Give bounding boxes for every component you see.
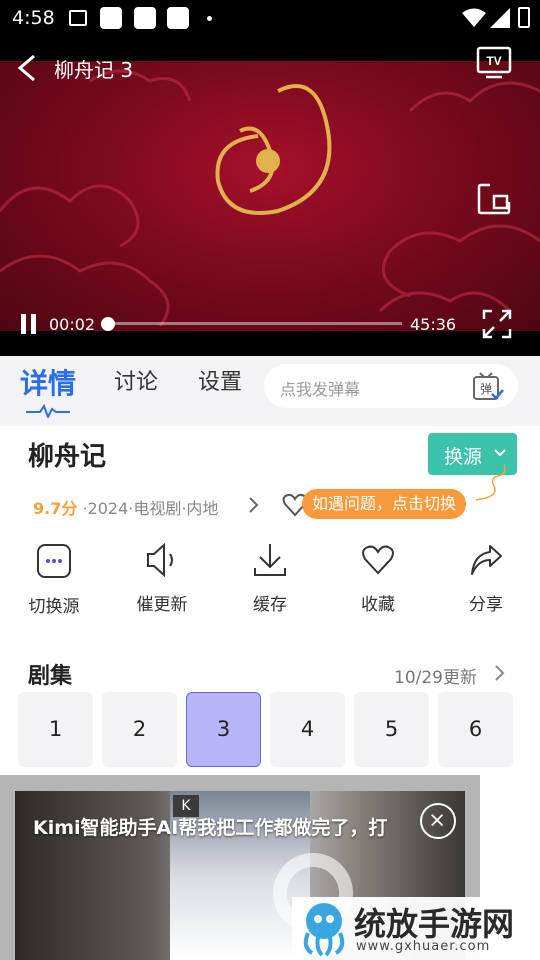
episode-button[interactable]: 4 [270,692,345,767]
current-time: 00:02 [49,315,96,334]
active-tab-indicator [26,404,70,418]
tip-pointer-squiggle [475,463,506,501]
notification-icon [134,7,156,29]
show-meta: 9.7分 ·2024·电视剧·内地 [33,495,218,519]
ad-text: Kimi智能助手AI帮我把工作都做完了，打 [33,817,388,839]
download-icon [254,544,286,576]
danmaku-icon-label: 弹 [480,382,492,396]
tab-settings[interactable]: 设置 [198,364,242,396]
tab-discussion[interactable]: 讨论 [114,364,158,396]
episode-button[interactable]: 1 [18,692,93,767]
image-icon [69,10,87,26]
episodes-heading: 剧集 [28,664,73,689]
notification-icon [100,7,122,29]
battery-icon [518,7,530,28]
notification-icon [167,7,189,29]
episode-button[interactable]: 6 [438,692,513,767]
tab-details[interactable]: 详情 [20,362,76,402]
danmaku-toggle-icon[interactable]: 弹 [472,372,504,402]
cloud-pattern [0,69,540,327]
signal-icon [490,8,510,28]
watermark: 统放手游网 www.gxhuaer.com [292,897,540,960]
chevron-down-icon [494,449,506,457]
show-title: 柳舟记 [28,442,107,472]
urge-update-action[interactable]: 催更新 [112,540,212,615]
action-label: 收藏 [361,595,395,615]
episode-button[interactable]: 5 [354,692,429,767]
download-action[interactable]: 缓存 [220,540,320,615]
cast-label: TV [486,54,501,68]
score: 9.7分 [33,499,78,518]
video-title: 柳舟记 3 [54,58,134,82]
video-player[interactable]: 柳舟记 3 TV 00:02 45:36 [0,36,540,356]
share-action[interactable]: 分享 [436,540,536,615]
switch-source-tip[interactable]: 如遇问题，点击切换 [302,489,467,519]
episode-button[interactable]: 2 [102,692,177,767]
tab-bar: 详情 讨论 设置 点我发弹幕 弹 [0,356,540,426]
back-button[interactable] [16,54,38,82]
video-frame [0,61,540,331]
fullscreen-button[interactable] [482,309,512,339]
status-time: 4:58 [12,7,55,29]
action-label: 缓存 [253,595,287,615]
picture-in-picture-button[interactable] [476,182,512,216]
episodes-update[interactable]: 10/29更新 [394,663,477,688]
action-label: 催更新 [136,595,188,615]
watermark-url: www.gxhuaer.com [356,939,491,954]
pause-button[interactable] [20,314,38,334]
chevron-right-icon[interactable] [494,664,506,682]
more-dots-icon [37,544,71,578]
danmaku-input[interactable]: 点我发弹幕 弹 [264,364,518,408]
more-notifications-icon [207,16,212,21]
danmaku-placeholder: 点我发弹幕 [280,380,361,399]
octopus-logo-icon [303,903,345,957]
wifi-icon [462,8,486,27]
ad-close-button[interactable] [420,803,456,839]
progress-knob[interactable] [101,317,115,331]
favorite-action[interactable]: 收藏 [328,540,428,615]
duration: 45:36 [410,315,457,334]
chevron-right-icon[interactable] [248,496,260,514]
heart-icon [362,545,394,575]
action-label: 分享 [469,595,503,615]
speaker-icon [147,542,173,578]
progress-track[interactable] [106,322,402,325]
episode-button-selected[interactable]: 3 [186,692,261,767]
status-bar: 4:58 [0,0,540,36]
cast-tv-button[interactable]: TV [476,46,512,80]
share-icon [471,545,502,575]
meta-info: ·2024·电视剧·内地 [77,499,219,518]
action-label: 切换源 [28,597,80,617]
switch-source-action[interactable]: 切换源 [4,540,104,617]
